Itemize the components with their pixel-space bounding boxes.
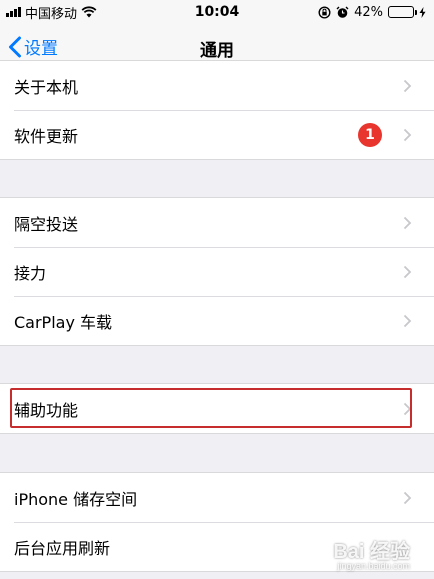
settings-group-about: 关于本机 软件更新 1 (0, 60, 434, 160)
settings-item-software-update[interactable]: 软件更新 1 (0, 110, 434, 159)
chevron-right-icon (403, 265, 412, 278)
settings-item-accessibility[interactable]: 辅助功能 (0, 384, 434, 433)
carrier-label: 中国移动 (25, 6, 78, 22)
baidu-watermark: Bai 经验 jingyan.baidu.com (333, 535, 410, 571)
charging-icon (419, 6, 426, 18)
settings-item-label: 软件更新 (14, 126, 79, 146)
status-bar: 中国移动 10:04 42% (0, 0, 434, 24)
settings-item-carplay[interactable]: CarPlay 车载 (0, 296, 434, 345)
chevron-right-icon (403, 402, 412, 415)
chevron-right-icon (403, 314, 412, 327)
settings-item-label: 关于本机 (14, 77, 79, 97)
alarm-icon (336, 6, 349, 18)
chevron-right-icon (403, 128, 412, 141)
orientation-lock-icon (318, 5, 331, 19)
settings-group-accessibility: 辅助功能 (0, 383, 434, 434)
chevron-right-icon (403, 79, 412, 92)
settings-item-handoff[interactable]: 接力 (0, 247, 434, 296)
settings-item-label: 后台应用刷新 (14, 538, 111, 558)
settings-item-airdrop[interactable]: 隔空投送 (0, 198, 434, 247)
watermark-url: jingyan.baidu.com (337, 561, 410, 571)
settings-item-label: CarPlay 车载 (14, 312, 113, 332)
chevron-right-icon (403, 216, 412, 229)
chevron-right-icon (403, 491, 412, 504)
page-title: 通用 (200, 41, 234, 61)
signal-icon (6, 7, 21, 17)
status-left: 中国移动 (6, 3, 156, 22)
settings-item-label: 隔空投送 (14, 214, 79, 234)
wifi-icon (81, 6, 97, 18)
settings-item-label: iPhone 储存空间 (14, 489, 138, 509)
settings-item-label: 接力 (14, 263, 47, 283)
watermark-text: Bai 经验 (333, 541, 410, 563)
status-right: 42% (318, 5, 426, 20)
settings-item-label: 辅助功能 (14, 400, 79, 420)
settings-item-iphone-storage[interactable]: iPhone 储存空间 (0, 473, 434, 522)
battery-icon (388, 6, 417, 18)
notification-badge: 1 (358, 122, 382, 147)
settings-group-continuity: 隔空投送 接力 CarPlay 车载 (0, 197, 434, 346)
battery-percent: 42% (354, 4, 383, 20)
settings-item-about[interactable]: 关于本机 (0, 61, 434, 110)
